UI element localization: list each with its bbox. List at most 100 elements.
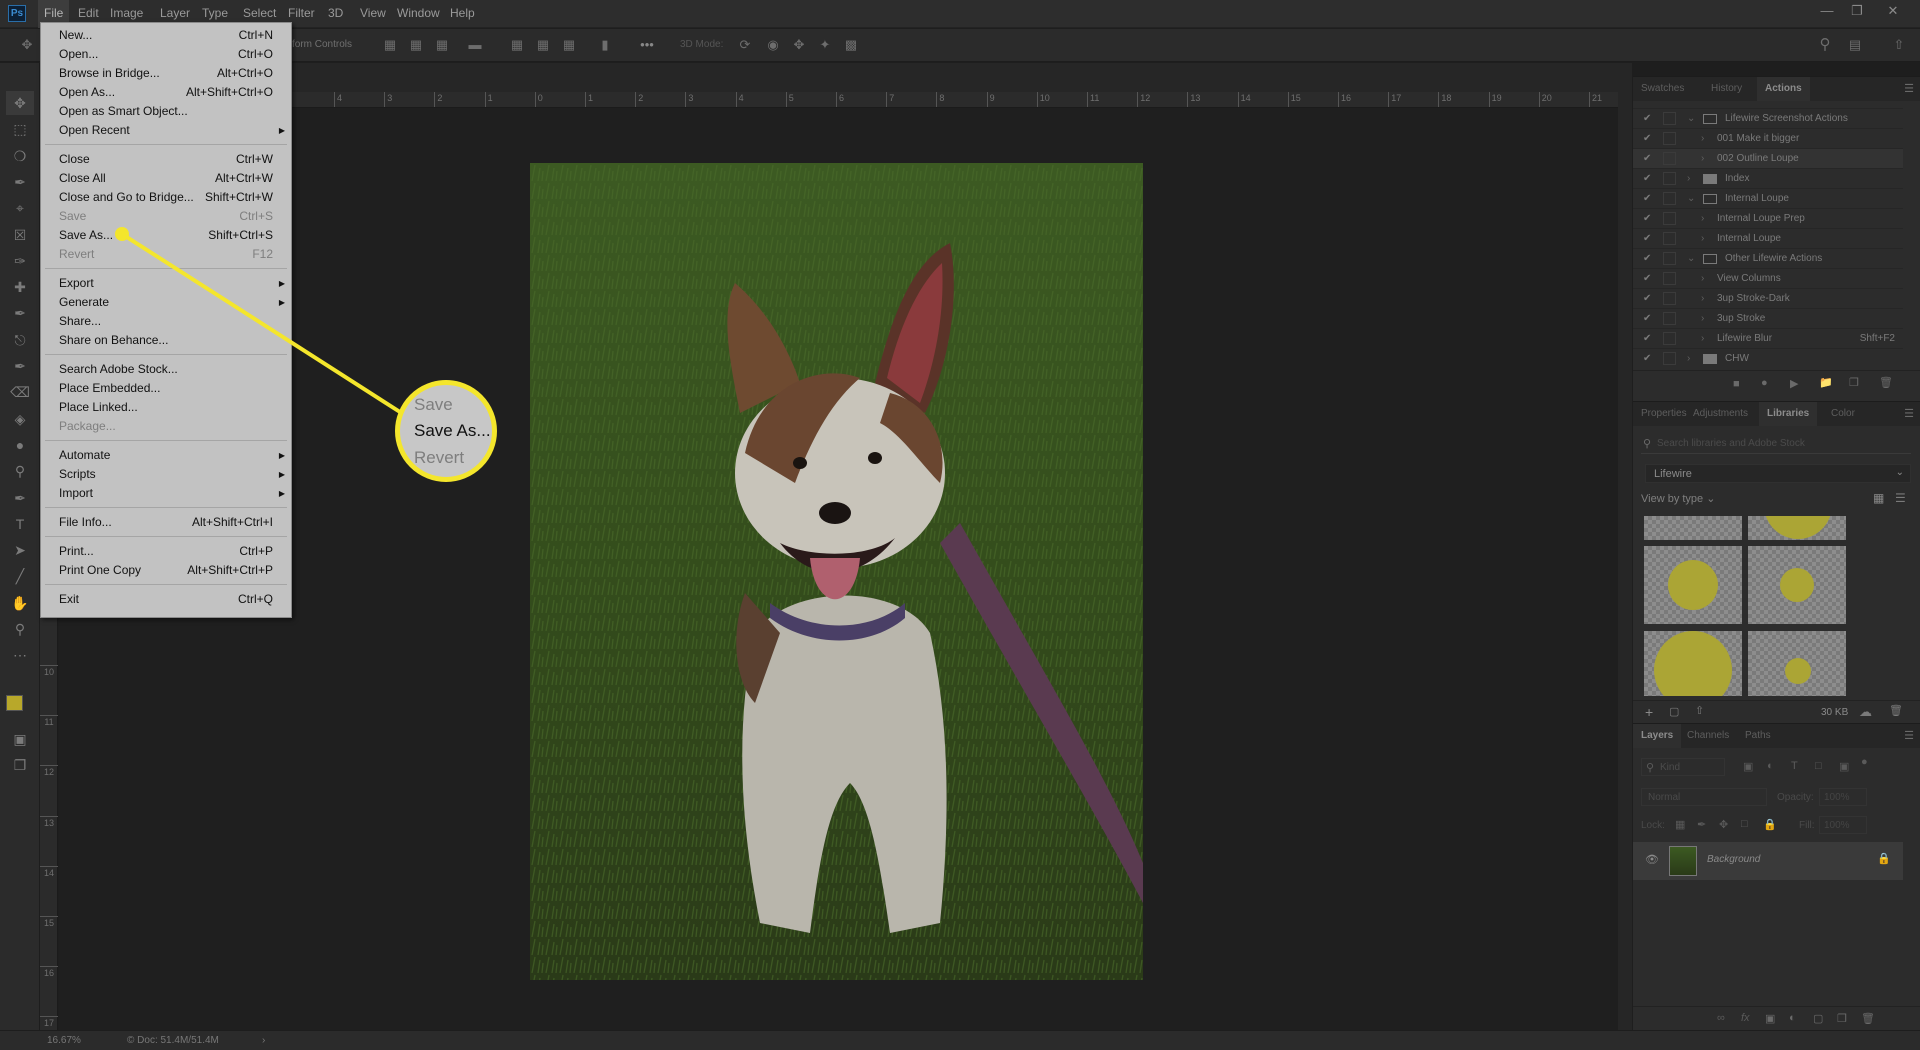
align-middle-icon[interactable]: ▦ <box>534 37 552 53</box>
type-tool-icon[interactable]: T <box>6 512 34 536</box>
menu-item-open-recent[interactable]: Open Recent ▶ <box>41 121 291 140</box>
move-tool-icon[interactable]: ✥ <box>18 37 36 53</box>
menu-item-print-one-copy[interactable]: Print One Copy Alt+Shift+Ctrl+P <box>41 561 291 580</box>
checkmark-icon[interactable]: ✔ <box>1643 289 1651 308</box>
chevron-down-icon[interactable]: ⌄ <box>1687 109 1695 128</box>
align-center-icon[interactable]: ▦ <box>407 37 425 53</box>
dialog-toggle[interactable] <box>1663 212 1676 225</box>
adjustment-icon[interactable]: ◐ <box>1789 1012 1796 1024</box>
search-icon[interactable]: ⚲ <box>1816 37 1834 53</box>
checkmark-icon[interactable]: ✔ <box>1643 169 1651 188</box>
action-row[interactable]: ✔ › Internal Loupe Prep <box>1633 209 1903 229</box>
menu-item-import[interactable]: Import ▶ <box>41 484 291 503</box>
panel-menu-icon[interactable]: ☰ <box>1904 729 1914 742</box>
action-set-row[interactable]: ✔ ⌄ Lifewire Screenshot Actions <box>1633 109 1903 129</box>
adjustment-filter-icon[interactable]: ◐ <box>1767 760 1774 772</box>
layer-kind-filter[interactable]: ⚲ Kind <box>1641 758 1725 776</box>
foreground-color-swatch[interactable] <box>6 695 23 711</box>
tab-channels[interactable]: Channels <box>1679 724 1737 748</box>
tab-adjustments[interactable]: Adjustments <box>1685 402 1756 426</box>
library-item[interactable] <box>1644 546 1742 624</box>
trash-icon[interactable]: 🗑 <box>1889 704 1903 717</box>
3d-pan-icon[interactable]: ✥ <box>790 37 808 53</box>
lock-position-icon[interactable]: ✥ <box>1719 818 1728 831</box>
library-item[interactable] <box>1644 631 1742 696</box>
action-row[interactable]: ✔ › 002 Outline Loupe <box>1633 149 1903 169</box>
new-set-icon[interactable]: 📁 <box>1819 376 1833 389</box>
3d-camera-icon[interactable]: ▩ <box>842 37 860 53</box>
brush-tool-icon[interactable]: ✒ <box>6 301 34 325</box>
frame-tool-icon[interactable]: ☒ <box>6 223 34 247</box>
dialog-toggle[interactable] <box>1663 272 1676 285</box>
menu-item-export[interactable]: Export ▶ <box>41 274 291 293</box>
tab-history[interactable]: History <box>1703 77 1750 101</box>
action-set-row[interactable]: ✔ ⌄ Internal Loupe <box>1633 189 1903 209</box>
checkmark-icon[interactable]: ✔ <box>1643 269 1651 288</box>
menu-item-close[interactable]: Close Ctrl+W <box>41 150 291 169</box>
upload-icon[interactable]: ⇧ <box>1695 704 1704 717</box>
chevron-right-icon[interactable]: › <box>1701 229 1704 248</box>
marquee-tool-icon[interactable]: ⬚ <box>6 117 34 141</box>
panel-menu-icon[interactable]: ☰ <box>1904 82 1914 95</box>
pixel-filter-icon[interactable]: ▣ <box>1743 760 1753 773</box>
align-right-icon[interactable]: ▦ <box>433 37 451 53</box>
menu-item-automate[interactable]: Automate ▶ <box>41 446 291 465</box>
workspace-icon[interactable]: ▤ <box>1846 37 1864 53</box>
action-row[interactable]: ✔ › 3up Stroke <box>1633 309 1903 329</box>
bucket-tool-icon[interactable]: ◈ <box>6 407 34 431</box>
dialog-toggle[interactable] <box>1663 132 1676 145</box>
chevron-right-icon[interactable]: › <box>1687 169 1690 188</box>
menu-item-scripts[interactable]: Scripts ▶ <box>41 465 291 484</box>
checkmark-icon[interactable]: ✔ <box>1643 229 1651 248</box>
chevron-down-icon[interactable]: ⌄ <box>1687 189 1695 208</box>
menu-item-browse-in-bridge[interactable]: Browse in Bridge... Alt+Ctrl+O <box>41 64 291 83</box>
fill-field[interactable]: 100% <box>1819 816 1867 834</box>
chevron-right-icon[interactable]: › <box>1701 149 1704 168</box>
menu-item-open-as[interactable]: Open As... Alt+Shift+Ctrl+O <box>41 83 291 102</box>
3d-slide-icon[interactable]: ✦ <box>816 37 834 53</box>
menu-item-close-all[interactable]: Close All Alt+Ctrl+W <box>41 169 291 188</box>
doc-info[interactable]: © Doc: 51.4M/51.4M <box>127 1031 219 1050</box>
dialog-toggle[interactable] <box>1663 192 1676 205</box>
action-row[interactable]: ✔ › Internal Loupe <box>1633 229 1903 249</box>
menu-item-exit[interactable]: Exit Ctrl+Q <box>41 590 291 609</box>
action-row[interactable]: ✔ › View Columns <box>1633 269 1903 289</box>
menu-item-print[interactable]: Print... Ctrl+P <box>41 542 291 561</box>
more-tool-icon[interactable]: ⋯ <box>6 643 34 667</box>
chevron-right-icon[interactable]: › <box>1701 329 1704 348</box>
new-action-icon[interactable]: ❐ <box>1849 376 1859 389</box>
zoom-level[interactable]: 16.67% <box>47 1031 81 1050</box>
pen-tool-icon[interactable]: ✒ <box>6 486 34 510</box>
checkmark-icon[interactable]: ✔ <box>1643 149 1651 168</box>
new-layer-icon[interactable]: ❐ <box>1837 1012 1847 1025</box>
dialog-toggle[interactable] <box>1663 332 1676 345</box>
group-icon[interactable]: ▢ <box>1813 1012 1823 1025</box>
library-item[interactable] <box>1748 516 1846 540</box>
layer-row[interactable]: 👁 Background 🔒 <box>1633 842 1903 880</box>
play-icon[interactable]: ▶ <box>1790 377 1798 390</box>
lock-transparent-icon[interactable]: ▦ <box>1675 818 1685 831</box>
tab-swatches[interactable]: Swatches <box>1633 77 1692 101</box>
stamp-tool-icon[interactable]: ⎋ <box>6 328 34 352</box>
move-tool-icon[interactable]: ✥ <box>6 91 34 115</box>
dialog-toggle[interactable] <box>1663 172 1676 185</box>
dialog-toggle[interactable] <box>1663 232 1676 245</box>
menu-item-share[interactable]: Share... <box>41 312 291 331</box>
library-search[interactable]: ⚲ Search libraries and Adobe Stock <box>1641 434 1911 454</box>
chevron-right-icon[interactable]: › <box>1701 129 1704 148</box>
healing-tool-icon[interactable]: ✚ <box>6 275 34 299</box>
library-item[interactable] <box>1748 546 1846 624</box>
line-tool-icon[interactable]: ╱ <box>6 564 34 588</box>
action-set-row[interactable]: ✔ › CHW <box>1633 349 1903 366</box>
checkmark-icon[interactable]: ✔ <box>1643 189 1651 208</box>
cloud-icon[interactable]: ☁ <box>1859 704 1872 720</box>
record-icon[interactable]: ● <box>1761 377 1768 389</box>
dialog-toggle[interactable] <box>1663 292 1676 305</box>
menu-item-open-as-smart-object[interactable]: Open as Smart Object... <box>41 102 291 121</box>
menu-3d[interactable]: 3D <box>322 0 349 28</box>
action-set-row[interactable]: ✔ ⌄ Other Lifewire Actions <box>1633 249 1903 269</box>
link-icon[interactable]: ∞ <box>1717 1012 1725 1024</box>
tab-libraries[interactable]: Libraries <box>1759 402 1818 426</box>
tab-actions[interactable]: Actions <box>1757 77 1810 101</box>
zoom-tool-icon[interactable]: ⚲ <box>6 617 34 641</box>
